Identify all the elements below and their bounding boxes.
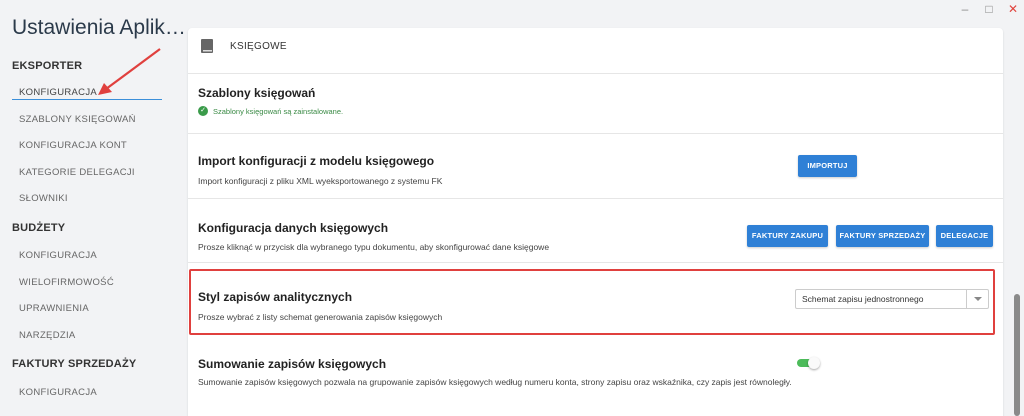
sidebar-item-szablony[interactable]: SZABLONY KSIĘGOWAŃ xyxy=(19,114,136,125)
row-title: Konfiguracja danych księgowych xyxy=(198,221,389,235)
row-title: Sumowanie zapisów księgowych xyxy=(198,357,387,371)
row-szablony: Szablony księgowań xyxy=(188,74,1003,134)
row-title: Import konfiguracji z modelu księgowego xyxy=(198,154,435,168)
annotation-highlight-box xyxy=(189,269,995,335)
app-title: Ustawienia Aplik… xyxy=(12,16,186,39)
sidebar-item-faktury-konfiguracja[interactable]: KONFIGURACJA xyxy=(19,387,97,398)
row-description: Sumowanie zapisów księgowych pozwala na … xyxy=(198,377,792,387)
row-title: Szablony księgowań xyxy=(198,86,316,100)
sidebar-item-budzety-konfiguracja[interactable]: KONFIGURACJA xyxy=(19,250,97,261)
faktury-sprzedazy-button[interactable]: FAKTURY SPRZEDAŻY xyxy=(836,225,929,247)
settings-card: KSIĘGOWE Szablony księgowań Import konfi… xyxy=(188,28,1003,416)
row-sumowanie: Sumowanie zapisów księgowych Sumowanie z… xyxy=(188,337,1003,416)
row-description: Import konfiguracji z pliku XML wyekspor… xyxy=(198,176,443,186)
minimize-button[interactable]: – xyxy=(958,3,972,15)
section-title-faktury-sprzedazy: FAKTURY SPRZEDAŻY xyxy=(12,358,137,370)
annotation-arrow xyxy=(98,48,161,95)
book-icon xyxy=(201,39,213,53)
faktury-zakupu-button[interactable]: FAKTURY ZAKUPU xyxy=(747,225,828,247)
row-import: Import konfiguracji z modelu księgowego … xyxy=(188,134,1003,199)
sidebar-item-wielofirmowosc[interactable]: WIELOFIRMOWOŚĆ xyxy=(19,277,114,288)
card-title: KSIĘGOWE xyxy=(230,41,287,52)
toggle-knob xyxy=(808,357,820,369)
sidebar-item-konfiguracja[interactable]: KONFIGURACJA xyxy=(19,87,97,98)
scrollbar-thumb[interactable] xyxy=(1014,294,1020,416)
delegacje-button[interactable]: DELEGACJE xyxy=(936,225,993,247)
sidebar-item-narzedzia[interactable]: NARZĘDZIA xyxy=(19,330,76,341)
sidebar-item-uprawnienia[interactable]: UPRAWNIENIA xyxy=(19,303,89,314)
sidebar-item-slowniki[interactable]: SŁOWNIKI xyxy=(19,193,68,204)
sidebar-item-kategorie-delegacji[interactable]: KATEGORIE DELEGACJI xyxy=(19,167,135,178)
sumowanie-toggle[interactable] xyxy=(797,357,820,369)
section-title-eksporter: EKSPORTER xyxy=(12,60,83,72)
section-title-budzety: BUDŻETY xyxy=(12,222,66,234)
window-controls: – □ ✕ xyxy=(958,3,1020,15)
maximize-button[interactable]: □ xyxy=(982,3,996,15)
card-header: KSIĘGOWE xyxy=(188,28,1003,74)
install-status: ✓ Szablony księgowań są zainstalowane. xyxy=(198,106,343,116)
check-circle-icon: ✓ xyxy=(198,106,208,116)
row-description: Prosze kliknąć w przycisk dla wybranego … xyxy=(198,242,550,252)
status-text: Szablony księgowań są zainstalowane. xyxy=(213,106,344,116)
close-button[interactable]: ✕ xyxy=(1006,3,1020,15)
import-button[interactable]: IMPORTUJ xyxy=(798,155,857,177)
sidebar-item-konfiguracja-kont[interactable]: KONFIGURACJA KONT xyxy=(19,140,127,151)
